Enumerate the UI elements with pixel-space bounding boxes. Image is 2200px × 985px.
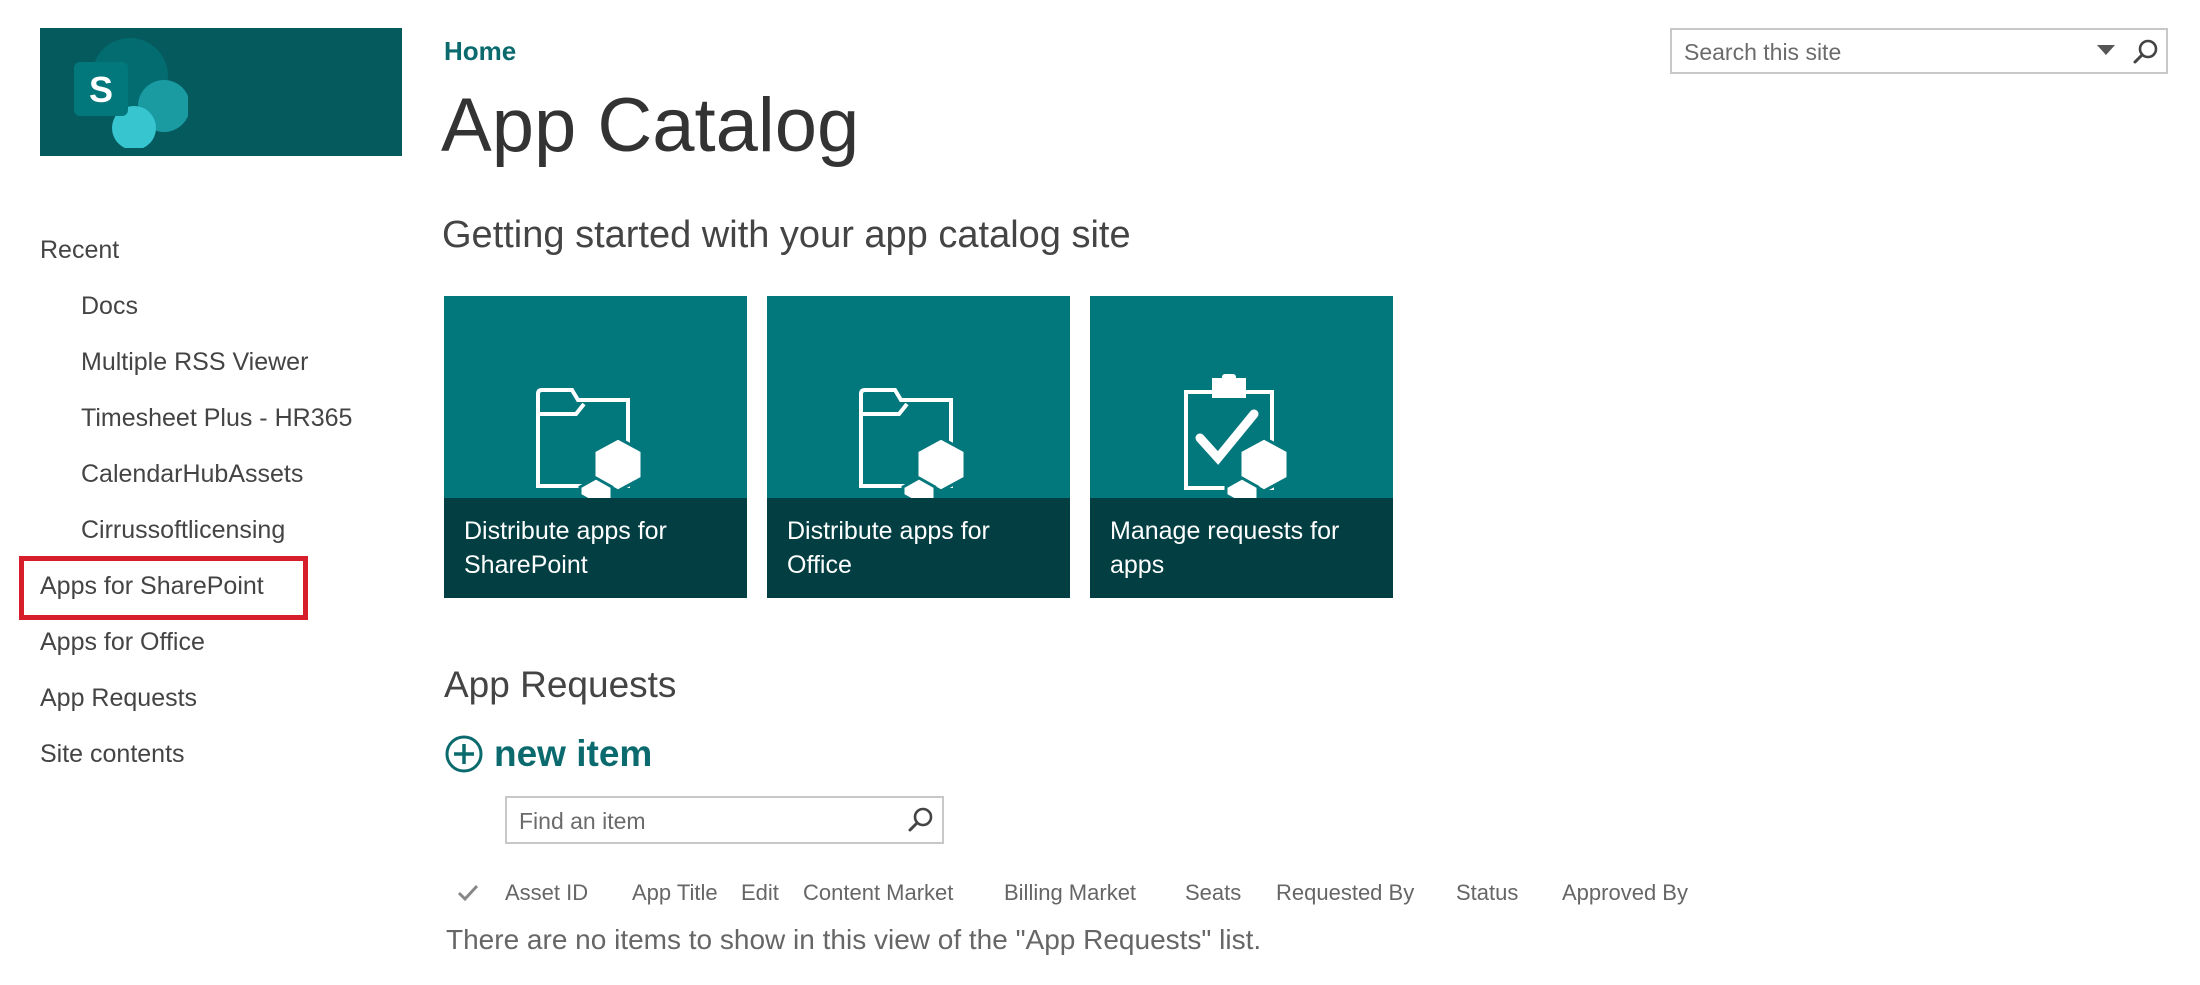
column-header-asset-id[interactable]: Asset ID [505,876,588,910]
nav-item-apps-for-sharepoint[interactable]: Apps for SharePoint [19,556,400,620]
folder-app-icon [536,388,644,504]
new-item-label: new item [494,733,653,774]
breadcrumb-home[interactable]: Home [444,36,516,67]
tile-caption: Distribute apps for Office [767,498,1070,598]
nav-item-apps-for-office[interactable]: Apps for Office [40,614,400,670]
nav-item-timesheet-plus[interactable]: Timesheet Plus - HR365 [40,390,400,446]
site-search-input[interactable] [1682,36,2076,68]
svg-text:S: S [89,69,113,110]
tile-caption: Manage requests for apps [1090,498,1393,598]
page-title: App Catalog [441,83,860,168]
find-item-box [505,796,944,844]
getting-started-heading: Getting started with your app catalog si… [442,214,1131,256]
nav-item-app-requests[interactable]: App Requests [40,670,400,726]
tile-caption: Distribute apps for SharePoint [444,498,747,598]
search-icon[interactable] [907,806,935,834]
nav-item-site-contents[interactable]: Site contents [40,726,400,782]
sharepoint-logo-icon: S [74,38,188,148]
column-header-approved-by[interactable]: Approved By [1562,876,1688,910]
column-header-app-title[interactable]: App Title [632,876,718,910]
add-circle-icon [445,735,483,773]
clipboard-check-icon [1184,374,1290,504]
tile-distribute-apps-office[interactable]: Distribute apps for Office [767,296,1070,598]
folder-app-icon [859,388,967,504]
tile-distribute-apps-sharepoint[interactable]: Distribute apps for SharePoint [444,296,747,598]
search-scope-dropdown-icon[interactable] [2096,42,2116,58]
new-item-button[interactable]: new item [444,728,652,780]
nav-item-cirrussoftlicensing[interactable]: Cirrussoftlicensing [40,502,400,558]
column-header-billing-market[interactable]: Billing Market [1004,876,1136,910]
app-requests-heading[interactable]: App Requests [444,664,676,706]
find-item-input[interactable] [517,805,881,837]
list-column-headers: Asset ID App Title Edit Content Market B… [444,876,1744,910]
empty-list-message: There are no items to show in this view … [446,924,1262,955]
nav-item-calendarhubassets[interactable]: CalendarHubAssets [40,446,400,502]
left-navigation: Recent Docs Multiple RSS Viewer Timeshee… [19,222,400,782]
nav-item-docs[interactable]: Docs [40,278,400,334]
column-header-seats[interactable]: Seats [1185,876,1241,910]
site-search-box [1670,28,2168,74]
column-header-content-market[interactable]: Content Market [803,876,953,910]
column-header-edit[interactable]: Edit [741,876,779,910]
column-header-status[interactable]: Status [1456,876,1518,910]
tile-manage-requests[interactable]: Manage requests for apps [1090,296,1393,598]
nav-item-multiple-rss-viewer[interactable]: Multiple RSS Viewer [40,334,400,390]
select-all-checkmark-icon[interactable] [457,883,479,903]
site-logo[interactable]: S [40,28,402,156]
column-header-requested-by[interactable]: Requested By [1276,876,1414,910]
nav-recent-heading[interactable]: Recent [40,222,400,278]
search-icon[interactable] [2132,38,2160,66]
